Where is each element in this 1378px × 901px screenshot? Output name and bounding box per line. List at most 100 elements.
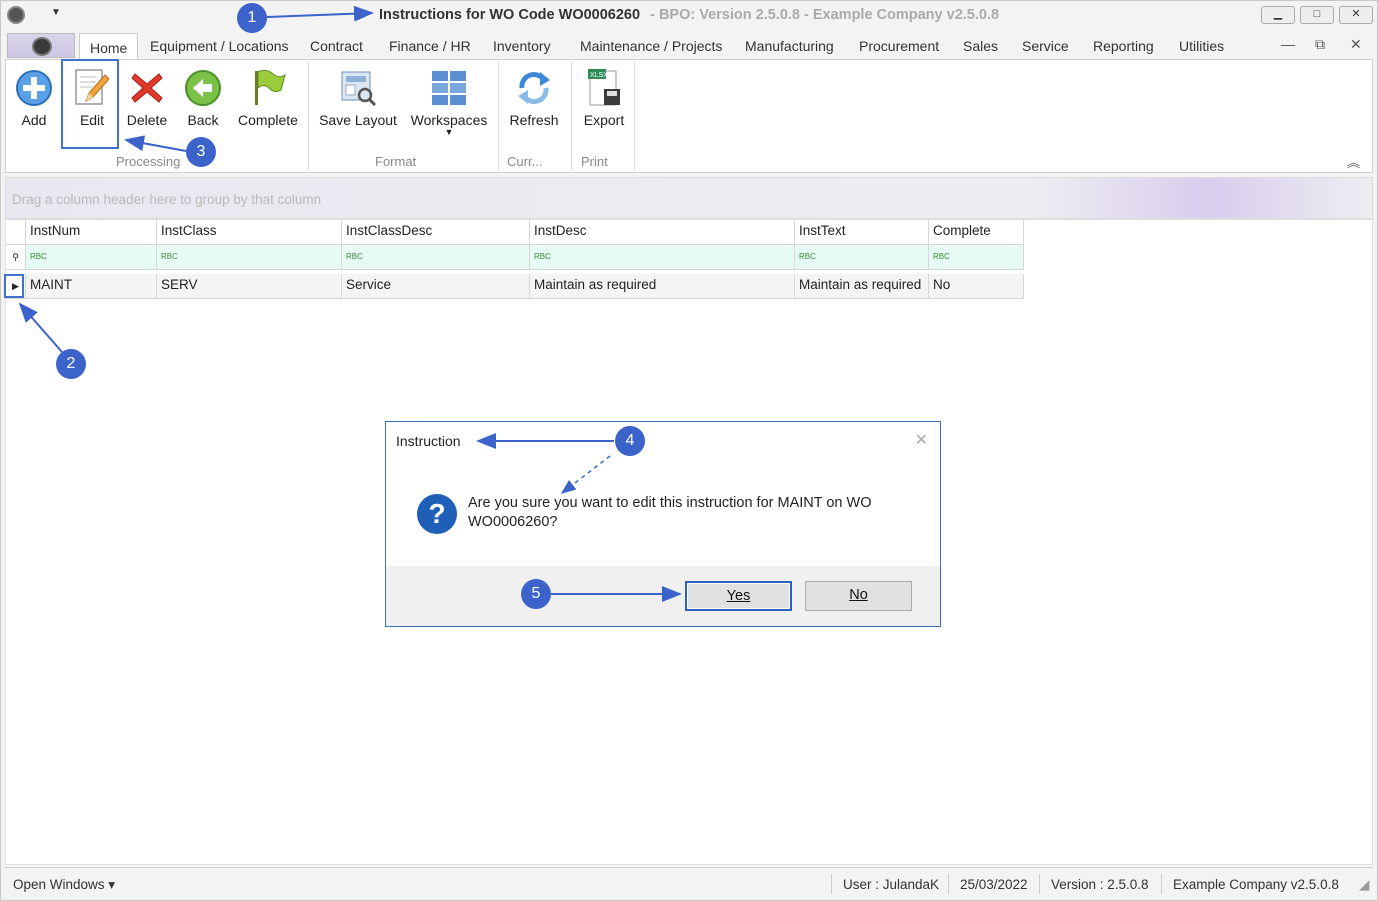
cell-complete[interactable]: No	[929, 274, 1024, 299]
grid-filter-row: ⚲ RBC RBC RBC RBC RBC RBC	[6, 245, 1024, 270]
tab-sales[interactable]: Sales	[963, 38, 998, 54]
app-logo-icon[interactable]	[7, 6, 25, 24]
tab-finance-hr[interactable]: Finance / HR	[389, 38, 471, 54]
delete-button[interactable]: Delete	[124, 64, 170, 128]
complete-button[interactable]: Complete	[236, 64, 300, 128]
resize-grip-icon[interactable]: ◢	[1359, 877, 1369, 893]
cell-insttext[interactable]: Maintain as required	[795, 274, 929, 299]
mdi-minimize-button[interactable]: —	[1281, 36, 1295, 52]
workspaces-dropdown-icon: ▼	[444, 127, 454, 137]
callout-3: 3	[186, 137, 216, 167]
filter-complete[interactable]: RBC	[929, 245, 1024, 270]
tab-utilities[interactable]: Utilities	[1179, 38, 1224, 54]
status-company: Example Company v2.5.0.8	[1173, 877, 1339, 892]
callout-2: 2	[56, 349, 86, 379]
cell-instclass[interactable]: SERV	[157, 274, 342, 299]
back-button[interactable]: Back	[182, 64, 224, 128]
filter-insttext[interactable]: RBC	[795, 245, 929, 270]
refresh-button[interactable]: Refresh	[506, 64, 562, 128]
edit-highlight-box	[61, 59, 119, 149]
column-header-complete[interactable]: Complete	[929, 220, 1024, 245]
column-header-instnum[interactable]: InstNum	[26, 220, 157, 245]
column-header-instclass[interactable]: InstClass	[157, 220, 342, 245]
workspaces-grid-icon	[410, 64, 488, 112]
filter-row-icon: ⚲	[6, 245, 26, 270]
add-icon	[12, 64, 56, 112]
column-header-instdesc[interactable]: InstDesc	[530, 220, 795, 245]
question-icon: ?	[417, 494, 457, 534]
group-label-print: Print	[581, 154, 608, 169]
group-label-currency: Curr...	[507, 154, 543, 169]
column-header-insttext[interactable]: InstText	[795, 220, 929, 245]
window-title: Instructions for WO Code WO0006260 - BPO…	[379, 7, 999, 23]
window-title-subtitle: - BPO: Version 2.5.0.8 - Example Company…	[650, 7, 1000, 23]
yes-button[interactable]: Yes	[685, 581, 792, 611]
tab-reporting[interactable]: Reporting	[1093, 38, 1154, 54]
callout-4: 4	[615, 426, 645, 456]
tab-contract[interactable]: Contract	[310, 38, 363, 54]
refresh-label: Refresh	[509, 112, 559, 128]
column-header-instclassdesc[interactable]: InstClassDesc	[342, 220, 530, 245]
status-separator	[831, 874, 832, 894]
cell-instdesc[interactable]: Maintain as required	[530, 274, 795, 299]
svg-text:XLSX: XLSX	[590, 72, 608, 79]
title-bar: ▼ Instructions for WO Code WO0006260 - B…	[1, 1, 1377, 31]
ribbon-tabs: Home Equipment / Locations Contract Fina…	[1, 32, 1377, 61]
status-bar: Open Windows ▾ User : JulandaK 25/03/202…	[5, 867, 1373, 899]
status-date: 25/03/2022	[960, 877, 1028, 892]
minimize-button[interactable]: ▁	[1261, 6, 1295, 24]
export-button[interactable]: XLSX Export	[576, 64, 632, 128]
dialog-title: Instruction	[396, 433, 461, 449]
workspaces-button[interactable]: Workspaces ▼	[410, 64, 488, 137]
add-button[interactable]: Add	[12, 64, 56, 128]
workspaces-label: Workspaces	[410, 112, 488, 128]
tab-service[interactable]: Service	[1022, 38, 1069, 54]
callout-1: 1	[237, 3, 267, 33]
mdi-close-button[interactable]: ✕	[1350, 36, 1362, 53]
bpo-logo-icon	[32, 37, 52, 56]
collapse-ribbon-icon[interactable]: ︽	[1347, 152, 1360, 171]
back-arrow-icon	[182, 64, 224, 112]
filter-instclassdesc[interactable]: RBC	[342, 245, 530, 270]
status-separator	[1161, 874, 1162, 894]
complete-label: Complete	[238, 112, 298, 128]
open-windows-menu[interactable]: Open Windows ▾	[13, 877, 115, 893]
ribbon-separator	[498, 62, 499, 170]
close-button[interactable]: ✕	[1339, 6, 1373, 24]
restore-button[interactable]: □	[1300, 6, 1334, 24]
export-xlsx-icon: XLSX	[576, 64, 632, 112]
quick-access-dropdown-icon[interactable]: ▼	[51, 7, 61, 18]
tab-maintenance-projects[interactable]: Maintenance / Projects	[580, 38, 722, 54]
confirm-dialog: Instruction ✕ ? Are you sure you want to…	[385, 421, 941, 627]
save-layout-button[interactable]: Save Layout	[318, 64, 398, 128]
status-user: User : JulandaK	[843, 877, 940, 892]
dialog-message: Are you sure you want to edit this instr…	[468, 495, 872, 530]
file-menu-tab[interactable]	[7, 33, 75, 58]
back-label: Back	[187, 112, 219, 128]
filter-instclass[interactable]: RBC	[157, 245, 342, 270]
cell-instclassdesc[interactable]: Service	[342, 274, 530, 299]
export-label: Export	[583, 112, 625, 128]
status-separator	[1039, 874, 1040, 894]
group-by-panel[interactable]: Drag a column header here to group by th…	[5, 177, 1373, 219]
cell-instnum[interactable]: MAINT	[26, 274, 157, 299]
add-label: Add	[21, 112, 47, 128]
no-button[interactable]: No	[805, 581, 912, 611]
tab-manufacturing[interactable]: Manufacturing	[745, 38, 834, 54]
window-title-main: Instructions for WO Code WO0006260	[379, 7, 641, 23]
table-row[interactable]: ▶ MAINT SERV Service Maintain as require…	[6, 274, 1024, 299]
tab-home[interactable]: Home	[79, 33, 139, 61]
save-layout-icon	[318, 64, 398, 112]
save-layout-label: Save Layout	[319, 112, 397, 128]
grid-header-row: InstNum InstClass InstClassDesc InstDesc…	[6, 220, 1024, 245]
dialog-close-icon[interactable]: ✕	[915, 430, 928, 450]
header-corner	[6, 220, 26, 245]
flag-icon	[236, 64, 300, 112]
tab-procurement[interactable]: Procurement	[859, 38, 939, 54]
filter-instdesc[interactable]: RBC	[530, 245, 795, 270]
tab-equipment-locations[interactable]: Equipment / Locations	[150, 38, 289, 54]
tab-inventory[interactable]: Inventory	[493, 38, 551, 54]
filter-instnum[interactable]: RBC	[26, 245, 157, 270]
mdi-restore-button[interactable]: ⧉	[1315, 36, 1325, 53]
status-version: Version : 2.5.0.8	[1051, 877, 1149, 892]
